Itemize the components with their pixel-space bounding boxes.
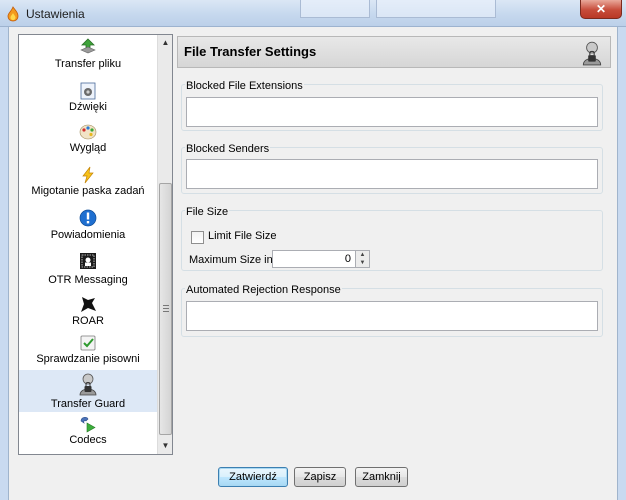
background-window-tab — [300, 0, 370, 18]
save-button[interactable]: Zapisz — [294, 467, 346, 487]
sidebar-item-otr[interactable]: OTR Messaging — [19, 249, 157, 294]
sidebar-item-label: Wygląd — [69, 142, 107, 154]
sidebar-item-label: Sprawdzanie pisowni — [36, 353, 140, 365]
background-window-tab — [376, 0, 496, 18]
app-flame-icon — [7, 6, 19, 22]
scrollbar-grip-icon — [163, 305, 169, 312]
sidebar-scrollbar[interactable]: ▲ ▼ — [157, 35, 172, 454]
appearance-icon — [79, 124, 97, 140]
group-title: File Size — [185, 206, 230, 218]
spinner-up-icon[interactable]: ▲ — [355, 251, 369, 259]
sidebar-item-label: Codecs — [69, 434, 107, 446]
sidebar-item-label: Transfer pliku — [54, 58, 122, 70]
sidebar-item-label: OTR Messaging — [48, 274, 128, 286]
sidebar-item-transfer-guard[interactable]: Transfer Guard — [19, 370, 157, 412]
window-frame-right — [618, 27, 626, 500]
group-title: Blocked File Extensions — [185, 80, 304, 92]
sidebar-item-sounds[interactable]: Dźwięki — [19, 79, 157, 121]
panel-header: File Transfer Settings — [177, 36, 611, 68]
scroll-up-arrow-icon[interactable]: ▲ — [158, 35, 172, 51]
window-frame-left — [0, 27, 8, 500]
spinner-down-icon[interactable]: ▼ — [355, 259, 369, 267]
settings-category-list[interactable]: Transfer pliku Dźwięki Wygląd Migotanie … — [18, 34, 173, 455]
group-title: Automated Rejection Response — [185, 284, 342, 296]
spellcheck-icon — [80, 335, 96, 351]
window-title: Ustawienia — [26, 7, 85, 21]
blocked-senders-group: Blocked Senders — [181, 143, 603, 194]
confirm-button[interactable]: Zatwierdź — [218, 467, 288, 487]
sounds-icon — [80, 82, 96, 100]
file-size-group: File Size Limit File Size Maximum Size i… — [181, 206, 603, 271]
panel-title: File Transfer Settings — [184, 44, 317, 59]
dialog-client-area: Transfer pliku Dźwięki Wygląd Migotanie … — [8, 27, 618, 500]
sidebar-item-label: Powiadomienia — [50, 229, 126, 241]
max-size-spinner[interactable]: 0 ▲ ▼ — [272, 250, 370, 268]
limit-file-size-checkbox[interactable] — [191, 231, 204, 244]
sidebar-item-label: ROAR — [72, 315, 104, 327]
file-transfer-icon — [80, 38, 96, 54]
blocked-senders-field[interactable] — [186, 159, 598, 189]
taskbar-flash-icon — [82, 166, 94, 184]
rejection-response-field[interactable] — [186, 301, 598, 331]
group-title: Blocked Senders — [185, 143, 271, 155]
sidebar-item-spellcheck[interactable]: Sprawdzanie pisowni — [19, 333, 157, 370]
max-size-value[interactable]: 0 — [345, 253, 351, 265]
codecs-icon — [80, 416, 96, 433]
sidebar-item-label: Transfer Guard — [50, 398, 126, 410]
blocked-extensions-group: Blocked File Extensions — [181, 80, 603, 131]
sidebar-item-roar[interactable]: ROAR — [19, 294, 157, 333]
otr-icon — [80, 253, 96, 269]
title-bar[interactable]: Ustawienia ✕ — [0, 0, 626, 27]
sidebar-item-appearance[interactable]: Wygląd — [19, 121, 157, 163]
sidebar-item-taskbar-flash[interactable]: Migotanie paska zadań — [19, 163, 157, 206]
sidebar-item-label: Dźwięki — [69, 101, 107, 113]
sidebar-item-notifications[interactable]: Powiadomienia — [19, 206, 157, 249]
transfer-guard-icon — [582, 41, 602, 66]
close-button[interactable]: Zamknij — [355, 467, 408, 487]
sidebar-item-label: Migotanie paska zadań — [31, 185, 145, 197]
transfer-guard-icon — [79, 373, 97, 396]
scroll-down-arrow-icon[interactable]: ▼ — [158, 438, 172, 454]
rejection-response-group: Automated Rejection Response — [181, 284, 603, 337]
sidebar-item-codecs[interactable]: Codecs — [19, 412, 157, 454]
window-close-button[interactable]: ✕ — [580, 0, 622, 19]
blocked-extensions-field[interactable] — [186, 97, 598, 127]
sidebar-item-file-transfer[interactable]: Transfer pliku — [19, 35, 157, 79]
notifications-icon — [79, 209, 97, 227]
scrollbar-thumb[interactable] — [159, 183, 172, 435]
limit-file-size-label[interactable]: Limit File Size — [208, 230, 276, 242]
roar-icon — [81, 297, 96, 312]
